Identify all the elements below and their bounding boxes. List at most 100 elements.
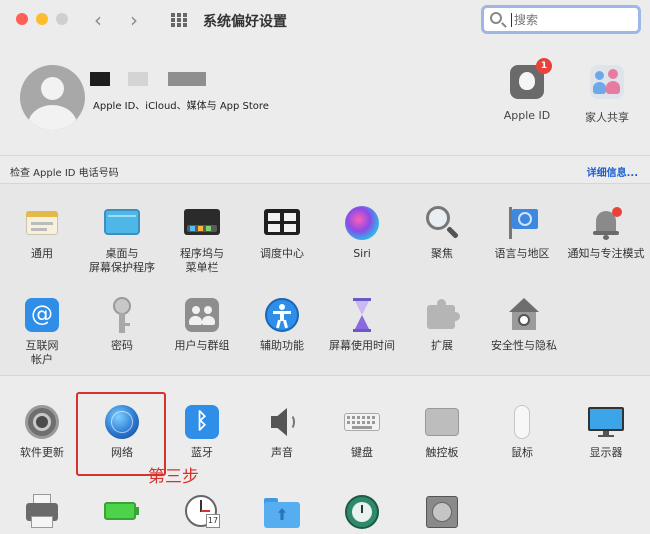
pane-general[interactable]: 通用 (2, 205, 82, 261)
clock-calendar-icon: 17 (184, 494, 220, 530)
trackpad-icon (424, 404, 460, 440)
pane-label: 显示器 (589, 446, 623, 459)
pane-label: 键盘 (351, 446, 373, 459)
battery-icon (104, 494, 140, 530)
speaker-icon (264, 404, 300, 440)
pane-battery[interactable] (82, 494, 162, 530)
pane-label: 安全性与隐私 (491, 339, 557, 352)
pane-label: 屏幕使用时间 (329, 339, 395, 352)
pane-label: 桌面与 屏幕保护程序 (89, 247, 155, 274)
apple-id-pane[interactable]: 1 Apple ID (487, 58, 567, 122)
pane-spotlight[interactable]: 聚焦 (402, 205, 482, 261)
pane-label: 通用 (31, 247, 53, 260)
apple-logo-icon: 1 (510, 58, 552, 99)
pane-label: 聚焦 (431, 247, 453, 260)
divider (0, 155, 650, 156)
pane-label: 用户与群组 (174, 339, 230, 352)
search-field[interactable] (481, 5, 641, 34)
pane-software-update[interactable]: 软件更新 (2, 404, 82, 460)
pane-mouse[interactable]: 鼠标 (482, 404, 562, 460)
pane-label: 互联网 帐户 (25, 339, 59, 366)
pane-bluetooth[interactable]: ᛒ 蓝牙 (162, 404, 242, 460)
search-input[interactable] (514, 10, 634, 30)
general-icon (24, 205, 60, 241)
hourglass-icon (344, 297, 380, 333)
back-button[interactable]: ‹ (94, 8, 102, 32)
puzzle-piece-icon (424, 297, 460, 333)
pane-date-time[interactable]: 17 (162, 494, 242, 530)
pane-label: 语言与地区 (494, 247, 550, 260)
desktop-screensaver-icon (104, 205, 140, 241)
details-link[interactable]: 详细信息... (587, 164, 638, 179)
account-subtitle: Apple ID、iCloud、媒体与 App Store (93, 101, 269, 112)
language-region-icon (504, 205, 540, 241)
family-sharing-pane[interactable]: 家人共享 (567, 65, 647, 125)
apple-id-label: Apple ID (503, 109, 551, 122)
pane-label: 蓝牙 (191, 446, 213, 459)
pane-printers[interactable] (2, 494, 82, 530)
pane-label: 程序坞与 菜单栏 (180, 247, 224, 274)
time-machine-icon (344, 494, 380, 530)
account-header: Apple ID、iCloud、媒体与 App Store 1 Apple ID… (0, 45, 650, 157)
forward-button[interactable]: › (130, 8, 138, 32)
pane-label: 扩展 (431, 339, 453, 352)
show-all-grid-icon[interactable] (171, 13, 187, 27)
redacted-name-block (168, 72, 206, 86)
pane-mission-control[interactable]: 调度中心 (242, 205, 322, 261)
verify-phone-notice: 检查 Apple ID 电话号码 (10, 168, 119, 179)
pane-label: 触控板 (425, 446, 459, 459)
accessibility-icon (264, 297, 300, 333)
bluetooth-icon: ᛒ (184, 404, 220, 440)
search-icon (490, 12, 502, 24)
pane-extensions[interactable]: 扩展 (402, 297, 482, 353)
pane-label: 鼠标 (511, 446, 533, 459)
pane-security-privacy[interactable]: 安全性与隐私 (484, 297, 564, 353)
pane-displays[interactable]: 显示器 (566, 404, 646, 460)
internet-accounts-icon: @ (24, 297, 60, 333)
pane-dock-menubar[interactable]: 程序坞与 菜单栏 (162, 205, 242, 275)
pane-siri[interactable]: Siri (322, 205, 402, 261)
house-lock-icon (506, 297, 542, 333)
text-caret (511, 13, 512, 27)
printer-icon (24, 494, 60, 530)
family-sharing-icon (590, 65, 624, 99)
display-monitor-icon (588, 404, 624, 440)
pane-trackpad[interactable]: 触控板 (402, 404, 482, 460)
pane-screen-time[interactable]: 屏幕使用时间 (322, 297, 402, 353)
window-title: 系统偏好设置 (203, 14, 287, 30)
pane-time-machine[interactable] (322, 494, 402, 530)
pane-startup-disk[interactable] (402, 494, 482, 530)
pane-users-groups[interactable]: 用户与群组 (162, 297, 242, 353)
pane-label: 软件更新 (20, 446, 64, 459)
family-sharing-label: 家人共享 (585, 111, 629, 124)
users-groups-icon (184, 297, 220, 333)
pane-internet-accounts[interactable]: @ 互联网 帐户 (2, 297, 82, 367)
redacted-name-block (90, 72, 110, 86)
pane-language-region[interactable]: 语言与地区 (482, 205, 562, 261)
pane-sharing[interactable] (242, 494, 322, 530)
notifications-focus-icon (588, 205, 624, 241)
close-window-button[interactable] (16, 13, 28, 25)
pane-accessibility[interactable]: 辅助功能 (242, 297, 322, 353)
keyboard-icon (344, 404, 380, 440)
pane-label: Siri (353, 247, 371, 260)
pane-desktop-screensaver[interactable]: 桌面与 屏幕保护程序 (82, 205, 162, 275)
pane-notifications-focus[interactable]: 通知与专注模式 (566, 205, 646, 261)
spotlight-icon (424, 205, 460, 241)
pane-label: 声音 (271, 446, 293, 459)
notification-badge: 1 (536, 58, 552, 74)
software-update-gear-icon (24, 404, 60, 440)
pane-label: 调度中心 (260, 247, 304, 260)
pane-keyboard[interactable]: 键盘 (322, 404, 402, 460)
pane-sound[interactable]: 声音 (242, 404, 322, 460)
pane-label: 密码 (111, 339, 133, 352)
mouse-icon (504, 404, 540, 440)
redacted-name-block (128, 72, 148, 86)
minimize-window-button[interactable] (36, 13, 48, 25)
step-annotation: 第三步 (148, 467, 199, 487)
user-avatar[interactable] (20, 65, 85, 130)
zoom-window-button[interactable] (56, 13, 68, 25)
startup-disk-icon (424, 494, 460, 530)
pane-passwords[interactable]: 密码 (82, 297, 162, 353)
siri-icon (344, 205, 380, 241)
